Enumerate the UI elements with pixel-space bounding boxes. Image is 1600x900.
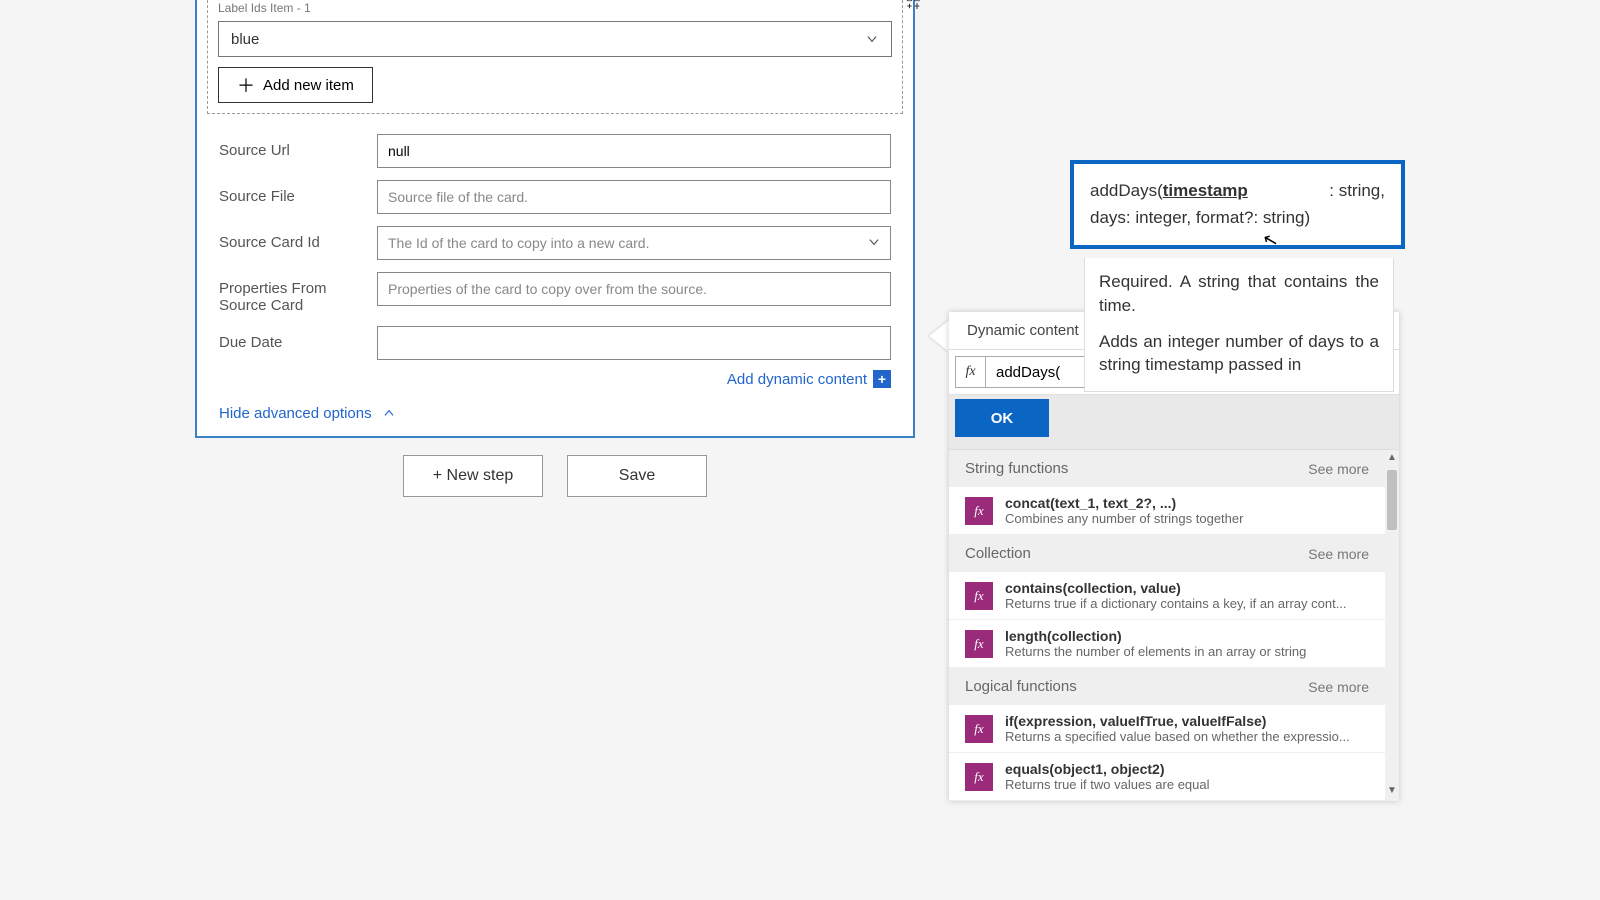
function-text: equals(object1, object2)Returns true if … (1005, 761, 1369, 792)
function-description: Returns a specified value based on wheth… (1005, 729, 1369, 744)
props-from-source-input[interactable] (377, 272, 891, 306)
plus-badge-icon: + (873, 370, 891, 388)
function-signature: equals(object1, object2) (1005, 761, 1369, 777)
function-category-header: Collection See more (949, 535, 1385, 572)
add-dynamic-content-label: Add dynamic content (727, 371, 867, 388)
source-url-input[interactable] (377, 134, 891, 168)
source-card-id-input[interactable] (377, 226, 891, 260)
add-item-label: Add new item (263, 77, 354, 94)
fx-icon: fx (965, 497, 993, 525)
function-text: if(expression, valueIfTrue, valueIfFalse… (1005, 713, 1369, 744)
function-text: contains(collection, value)Returns true … (1005, 580, 1369, 611)
function-list: ▲ ▼ String functions See more fx concat(tex… (949, 449, 1399, 801)
footer-buttons: + New step Save (195, 455, 915, 497)
action-card: Label Ids Item - 1 blue ＋ Add new item S… (195, 0, 915, 438)
tab-dynamic-content[interactable]: Dynamic content (949, 312, 1097, 349)
function-category-header: String functions See more (949, 450, 1385, 487)
ok-button[interactable]: OK (955, 399, 1049, 437)
sig-text-prefix: addDays( (1090, 181, 1163, 200)
chevron-down-icon (865, 32, 879, 46)
sig-desc-required: Required. A string that contains the tim… (1099, 270, 1379, 318)
source-url-label: Source Url (219, 134, 369, 159)
sig-text-rest1: : string, (1329, 178, 1385, 204)
add-new-item-button[interactable]: ＋ Add new item (218, 67, 373, 103)
fx-icon: fx (965, 763, 993, 791)
category-name: Collection (965, 545, 1031, 562)
source-file-input[interactable] (377, 180, 891, 214)
sig-text-rest2: days: integer, format?: string) (1090, 208, 1310, 227)
function-description: Combines any number of strings together (1005, 511, 1369, 526)
function-item[interactable]: fx concat(text_1, text_2?, ...)Combines a… (949, 487, 1385, 535)
function-signature: length(collection) (1005, 628, 1369, 644)
source-file-label: Source File (219, 180, 369, 205)
due-date-label: Due Date (219, 326, 369, 351)
sig-desc-summary: Adds an integer number of days to a stri… (1099, 330, 1379, 378)
function-signature: if(expression, valueIfTrue, valueIfFalse… (1005, 713, 1369, 729)
label-ids-select[interactable]: blue (218, 21, 892, 57)
function-description: Returns true if two values are equal (1005, 777, 1369, 792)
source-card-id-label: Source Card Id (219, 226, 369, 251)
category-name: String functions (965, 460, 1068, 477)
scrollbar-thumb[interactable] (1387, 470, 1397, 530)
function-signature: contains(collection, value) (1005, 580, 1369, 596)
array-switch-icon[interactable] (904, 0, 924, 13)
add-dynamic-content-link[interactable]: Add dynamic content + (727, 370, 891, 388)
fx-icon: fx (965, 715, 993, 743)
callout-arrow-icon (929, 320, 949, 352)
function-item[interactable]: fx equals(object1, object2)Returns true i… (949, 753, 1385, 801)
props-from-source-label: Properties From Source Card (219, 272, 369, 314)
scroll-up-icon[interactable]: ▲ (1385, 452, 1399, 466)
see-more-link[interactable]: See more (1308, 679, 1369, 695)
function-category-header: Logical functions See more (949, 668, 1385, 705)
fx-icon: fx (965, 582, 993, 610)
fx-icon: fx (956, 357, 986, 387)
function-description: Returns the number of elements in an arr… (1005, 644, 1369, 659)
see-more-link[interactable]: See more (1308, 461, 1369, 477)
sig-active-param: timestamp (1163, 181, 1248, 200)
label-ids-title: Label Ids Item - 1 (218, 1, 892, 15)
new-step-button[interactable]: + New step (403, 455, 543, 497)
due-date-input[interactable] (377, 326, 891, 360)
chevron-down-icon[interactable] (867, 235, 881, 249)
function-description-tooltip: Required. A string that contains the tim… (1084, 258, 1394, 392)
fx-icon: fx (965, 630, 993, 658)
function-signature: concat(text_1, text_2?, ...) (1005, 495, 1369, 511)
function-text: concat(text_1, text_2?, ...)Combines any… (1005, 495, 1369, 526)
hide-advanced-label: Hide advanced options (219, 405, 372, 422)
plus-icon: ＋ (237, 72, 255, 98)
label-ids-array: Label Ids Item - 1 blue ＋ Add new item (207, 0, 903, 114)
label-ids-value: blue (231, 31, 259, 48)
hide-advanced-options-link[interactable]: Hide advanced options (197, 399, 418, 436)
chevron-up-icon (382, 406, 396, 420)
function-description: Returns true if a dictionary contains a … (1005, 596, 1369, 611)
category-name: Logical functions (965, 678, 1077, 695)
scroll-down-icon[interactable]: ▼ (1385, 785, 1399, 799)
function-item[interactable]: fx if(expression, valueIfTrue, valueIfFal… (949, 705, 1385, 753)
function-text: length(collection)Returns the number of … (1005, 628, 1369, 659)
scrollbar[interactable]: ▲ ▼ (1385, 450, 1399, 801)
function-item[interactable]: fx contains(collection, value)Returns tru… (949, 572, 1385, 620)
see-more-link[interactable]: See more (1308, 546, 1369, 562)
function-signature-tooltip: addDays(timestamp : string, days: integer… (1070, 160, 1405, 249)
function-item[interactable]: fx length(collection)Returns the number o… (949, 620, 1385, 668)
save-button[interactable]: Save (567, 455, 707, 497)
